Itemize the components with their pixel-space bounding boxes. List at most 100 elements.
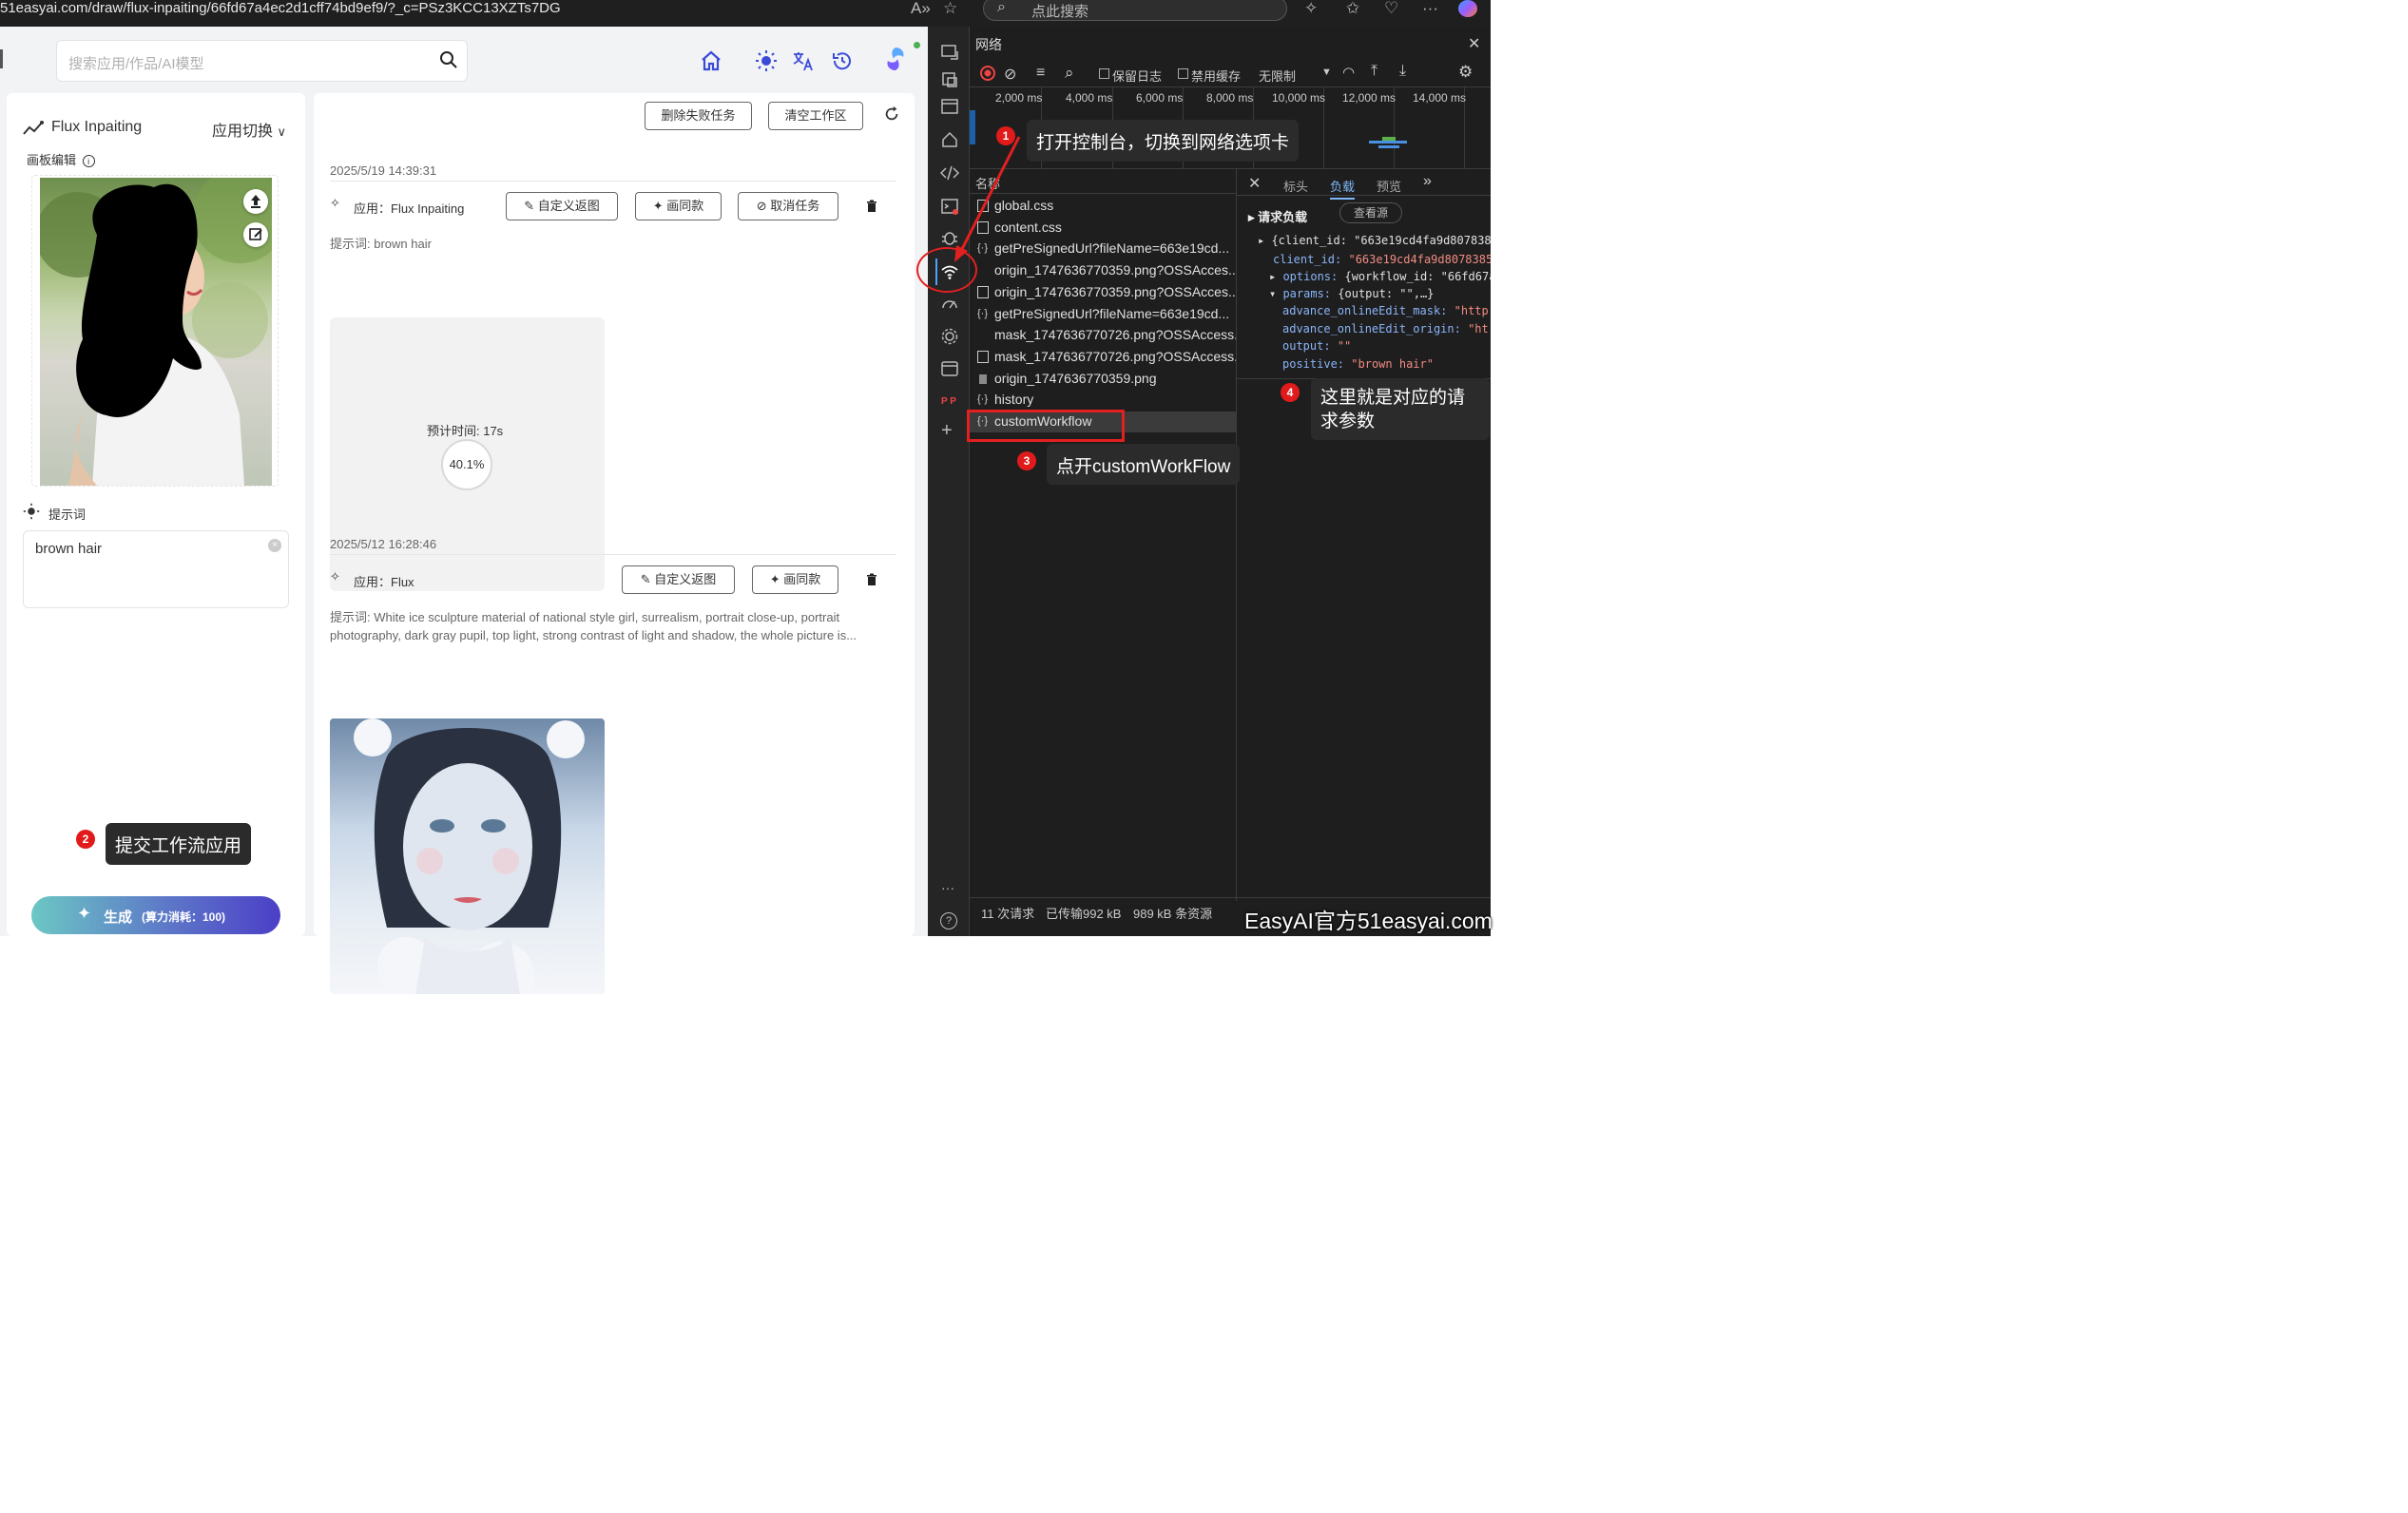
step3-text: 点开customWorkFlow: [1056, 457, 1231, 477]
request-name: mask_1747636770726.png?OSSAccess...: [994, 349, 1236, 364]
clear-icon[interactable]: ⊘: [1004, 65, 1016, 84]
timeline-label: 6,000 ms: [1136, 91, 1184, 105]
app-search-input[interactable]: 搜索应用/作品/AI模型: [56, 40, 468, 82]
memory-gear-icon[interactable]: [940, 327, 959, 346]
canvas-editor[interactable]: [31, 175, 279, 487]
payload-params[interactable]: ▾ params: {output: "",…}: [1269, 287, 1434, 300]
timeline-bar: [1382, 137, 1396, 141]
tab-headers[interactable]: 标头: [1283, 177, 1308, 195]
user-avatar-logo-icon[interactable]: [882, 46, 909, 72]
generate-button[interactable]: ✦ 生成 (算力消耗：100): [31, 896, 280, 934]
add-tool-icon[interactable]: +: [941, 420, 953, 442]
window-icon[interactable]: [940, 97, 959, 116]
draw-same-button[interactable]: ✦ 画同款: [635, 192, 722, 220]
trash-icon[interactable]: [865, 200, 878, 213]
device-emulation-icon[interactable]: [940, 43, 959, 62]
custom-return-image-button[interactable]: ✎ 自定义返图: [622, 565, 735, 594]
cancel-task-label: 取消任务: [770, 199, 820, 213]
tab-preview[interactable]: 预览: [1377, 177, 1401, 195]
step2-callout: 提交工作流应用: [106, 823, 252, 865]
generate-cost: (算力消耗：100): [142, 910, 226, 924]
request-row[interactable]: {·} getPreSignedUrl?fileName=663e19cd...: [970, 304, 1236, 325]
translate-icon[interactable]: [792, 49, 815, 72]
portrait-illustration: [354, 718, 585, 994]
upload-button[interactable]: [243, 189, 268, 214]
copilot-icon[interactable]: [1458, 0, 1477, 17]
application-storage-icon[interactable]: [940, 359, 959, 378]
info-icon[interactable]: i: [82, 155, 95, 167]
preserve-log-checkbox[interactable]: [1099, 68, 1109, 79]
source-photo-with-mask[interactable]: [40, 178, 272, 486]
download-har-icon[interactable]: ⤓: [1399, 63, 1406, 80]
step4-text-line1: 这里就是对应的请: [1320, 388, 1466, 408]
menu-edge-icon[interactable]: [0, 49, 3, 68]
request-row[interactable]: mask_1747636770726.png?OSSAccess...: [970, 347, 1236, 368]
health-icon[interactable]: ♡: [1384, 0, 1398, 17]
request-row[interactable]: origin_1747636770359.png?OSSAcces...: [970, 282, 1236, 303]
payload-root[interactable]: ▸ {client_id: "663e19cd4fa9d807838: [1258, 234, 1491, 247]
extension-pp-icon[interactable]: P P: [941, 396, 956, 407]
tab-payload[interactable]: 负载: [1330, 177, 1356, 200]
payload-options[interactable]: ▸ options: {workflow_id: "66fd67a: [1269, 270, 1491, 283]
view-source-button[interactable]: 查看源: [1339, 202, 1402, 223]
request-name: getPreSignedUrl?fileName=663e19cd...: [994, 306, 1230, 321]
search-placeholder: 搜索应用/作品/AI模型: [68, 56, 204, 72]
divider: [330, 181, 896, 182]
search-icon[interactable]: ⌕: [1065, 64, 1074, 83]
upload-har-icon[interactable]: ⤒: [1371, 63, 1377, 80]
home-icon[interactable]: [700, 49, 722, 72]
draw-same-button[interactable]: ✦ 画同款: [752, 565, 838, 594]
record-icon[interactable]: [980, 66, 995, 81]
clear-workspace-button[interactable]: 清空工作区: [768, 102, 863, 130]
prompt-textarea[interactable]: brown hair ×: [23, 530, 289, 608]
transferred-size: 已传输992 kB: [1046, 907, 1122, 921]
request-row[interactable]: {·} history: [970, 390, 1236, 411]
trash-icon[interactable]: [865, 573, 878, 586]
favorite-star-icon[interactable]: ☆: [943, 0, 957, 17]
draw-same-label: 画同款: [783, 572, 821, 586]
custom-return-image-button[interactable]: ✎ 自定义返图: [506, 192, 618, 220]
app-switch-dropdown[interactable]: 应用切换 ∨: [212, 118, 286, 141]
request-row[interactable]: mask_1747636770726.png?OSSAccess...: [970, 325, 1236, 346]
payload-key: params:: [1282, 287, 1332, 300]
throttle-select[interactable]: 无限制: [1259, 67, 1296, 85]
request-row[interactable]: origin_1747636770359.png: [970, 369, 1236, 390]
network-conditions-icon[interactable]: ◠: [1342, 64, 1355, 81]
extensions-icon[interactable]: ✧: [1304, 0, 1318, 17]
favorites-icon[interactable]: ✩: [1346, 0, 1359, 17]
payload-section-toggle[interactable]: ▸ 请求负载: [1248, 207, 1307, 225]
more-tools-icon[interactable]: ···: [941, 880, 954, 895]
browser-search-box[interactable]: ⌕ 点此搜索: [983, 0, 1287, 21]
inspect-icon[interactable]: [940, 70, 959, 89]
read-aloud-icon[interactable]: A»: [911, 0, 931, 17]
performance-icon[interactable]: [940, 294, 959, 313]
request-name: origin_1747636770359.png?OSSAcces...: [994, 262, 1236, 278]
delete-failed-tasks-button[interactable]: 删除失败任务: [645, 102, 752, 130]
chevron-down-icon[interactable]: ▼: [1321, 67, 1332, 78]
address-bar[interactable]: 51easyai.com/draw/flux-inpaiting/66fd67a…: [0, 0, 561, 17]
sparkle-icon: ✦: [652, 199, 667, 213]
history-icon[interactable]: [831, 49, 854, 72]
more-tabs-icon[interactable]: »: [1423, 173, 1432, 190]
refresh-icon[interactable]: [883, 105, 900, 123]
detail-tabs: ✕ 标头 负载 预览 »: [1237, 169, 1491, 200]
custom-return-label: 自定义返图: [654, 572, 717, 586]
result-image[interactable]: [330, 718, 605, 994]
disable-cache-checkbox[interactable]: [1178, 68, 1188, 79]
filter-icon[interactable]: ≡: [1036, 65, 1045, 82]
payload-section-title: 请求负载: [1258, 210, 1308, 224]
edit-canvas-button[interactable]: [243, 222, 268, 247]
arrow-to-network-icon: [954, 136, 1021, 262]
step1-callout: 打开控制台，切换到网络选项卡: [1027, 120, 1300, 162]
help-icon[interactable]: ?: [940, 912, 957, 929]
clear-icon[interactable]: ×: [268, 539, 281, 552]
request-name: origin_1747636770359.png: [994, 371, 1157, 386]
cancel-task-button[interactable]: ⊘ 取消任务: [738, 192, 838, 220]
more-icon[interactable]: ···: [1422, 0, 1438, 17]
timeline-label: 14,000 ms: [1413, 91, 1467, 105]
close-detail-icon[interactable]: ✕: [1248, 174, 1261, 193]
search-icon[interactable]: [439, 50, 458, 69]
close-icon[interactable]: ✕: [1468, 34, 1480, 53]
theme-sun-icon[interactable]: [755, 49, 778, 72]
settings-gear-icon[interactable]: ⚙: [1458, 63, 1473, 82]
